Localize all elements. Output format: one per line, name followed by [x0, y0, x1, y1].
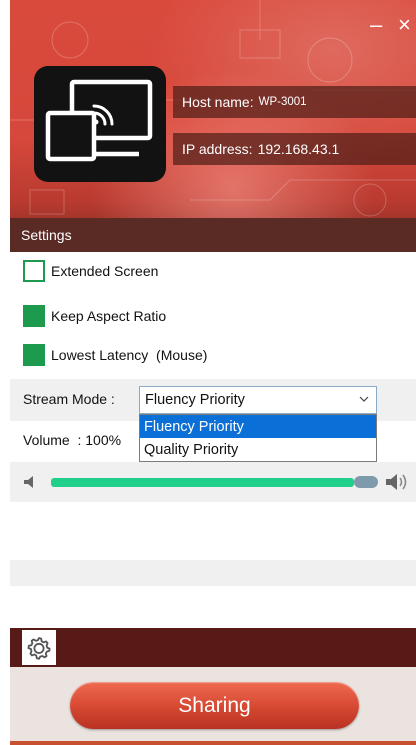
empty-row	[10, 560, 416, 586]
header-banner: – × Host name: WP-3001 IP address: 192.1…	[10, 0, 416, 252]
close-button[interactable]: ×	[398, 14, 411, 36]
settings-button[interactable]	[22, 630, 56, 665]
option-lowest-latency[interactable]: Lowest Latency (Mouse)	[23, 344, 207, 366]
ip-address-value: 192.168.43.1	[257, 141, 340, 157]
stream-mode-select[interactable]: Fluency Priority	[139, 386, 377, 414]
option-keep-aspect-ratio[interactable]: Keep Aspect Ratio	[23, 305, 166, 327]
lowest-latency-checkbox[interactable]	[23, 344, 45, 366]
chevron-down-icon	[359, 396, 369, 402]
volume-slider-thumb[interactable]	[354, 476, 378, 488]
stream-mode-option-quality[interactable]: Quality Priority	[140, 438, 376, 461]
host-name-label: Host name:	[182, 94, 254, 110]
app-logo	[34, 66, 166, 182]
sharing-button-label: Sharing	[178, 693, 251, 717]
option-extended-screen[interactable]: Extended Screen	[23, 260, 158, 282]
keep-aspect-ratio-label: Keep Aspect Ratio	[51, 308, 167, 324]
host-name-row: Host name: WP-3001	[173, 86, 416, 118]
sharing-button[interactable]: Sharing	[70, 682, 359, 729]
stream-mode-selected-value: Fluency Priority	[145, 392, 245, 408]
screen-mirroring-icon	[45, 79, 153, 162]
ip-address-row: IP address: 192.168.43.1	[173, 133, 416, 165]
minimize-button[interactable]: –	[370, 14, 382, 36]
volume-label: Volume : 100%	[23, 432, 122, 448]
toolbar	[10, 628, 416, 667]
ip-address-label: IP address:	[182, 141, 253, 157]
settings-header: Settings	[10, 218, 416, 252]
keep-aspect-ratio-checkbox[interactable]	[23, 305, 45, 327]
extended-screen-checkbox[interactable]	[23, 260, 45, 282]
app-window: – × Host name: WP-3001 IP address: 192.1…	[0, 0, 416, 745]
settings-title: Settings	[21, 227, 72, 243]
gear-icon	[27, 636, 51, 660]
volume-slider-track[interactable]	[51, 478, 354, 487]
extended-screen-label: Extended Screen	[51, 263, 159, 279]
stream-mode-dropdown: Fluency Priority Quality Priority	[139, 414, 377, 462]
action-area: Sharing	[10, 667, 416, 745]
stream-mode-label: Stream Mode :	[23, 391, 115, 407]
host-name-value: WP-3001	[258, 96, 307, 108]
volume-high-icon[interactable]	[385, 471, 411, 493]
volume-low-icon[interactable]	[22, 474, 38, 490]
bottom-accent-line	[10, 741, 416, 745]
stream-mode-option-fluency[interactable]: Fluency Priority	[140, 415, 376, 438]
lowest-latency-label: Lowest Latency (Mouse)	[51, 347, 208, 363]
